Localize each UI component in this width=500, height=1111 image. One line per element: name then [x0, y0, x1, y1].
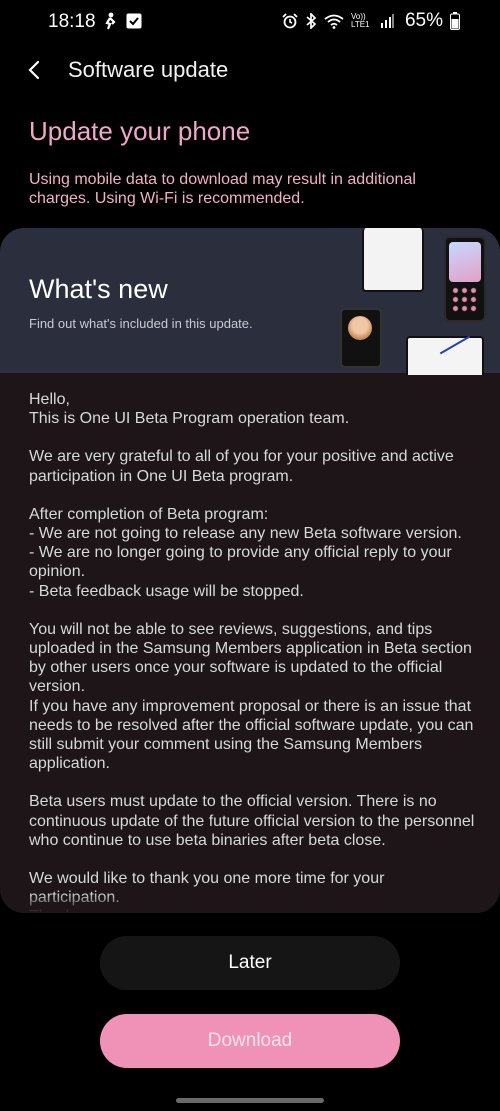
release-note-paragraph: Beta users must update to the official v… — [29, 793, 475, 849]
signal-icon — [380, 14, 394, 28]
later-button[interactable]: Later — [100, 936, 400, 990]
release-notes: Hello, This is One UI Beta Program opera… — [29, 390, 479, 913]
status-right-icons: Vo)) LTE1 65% — [282, 10, 460, 32]
bluetooth-icon — [305, 13, 317, 29]
steps-icon — [102, 12, 118, 30]
whats-new-subtitle: Find out what's included in this update. — [29, 316, 253, 331]
back-arrow-icon — [28, 60, 40, 80]
status-time: 18:18 — [48, 11, 96, 32]
mobile-data-warning: Using mobile data to download may result… — [29, 171, 416, 207]
whats-new-title: What's new — [29, 274, 168, 304]
wifi-icon — [324, 14, 344, 29]
download-button[interactable]: Download — [100, 1014, 400, 1068]
page-title: Software update — [68, 57, 229, 82]
battery-icon — [450, 12, 460, 30]
tablet-illustration — [362, 228, 424, 292]
release-note-paragraph: We are very grateful to all of you for y… — [29, 448, 454, 485]
release-note-paragraph: You will not be able to see reviews, sug… — [29, 620, 474, 773]
release-note-paragraph: Hello, This is One UI Beta Program opera… — [29, 391, 350, 428]
whats-new-card[interactable]: What's new Find out what's included in t… — [0, 228, 500, 913]
status-left-icons — [102, 12, 142, 30]
update-heading: Update your phone — [29, 116, 251, 146]
back-button[interactable] — [20, 54, 52, 86]
tablet-pen-illustration — [406, 335, 484, 375]
whats-new-banner: What's new Find out what's included in t… — [0, 228, 500, 375]
home-indicator[interactable] — [176, 1098, 324, 1103]
volte-icon: Vo)) LTE1 — [350, 12, 370, 29]
checkbox-notification-icon — [126, 13, 142, 29]
phone-illustration — [444, 236, 486, 322]
alarm-icon — [282, 13, 298, 29]
app-header: Software update — [0, 48, 500, 92]
status-bar: 18:18 Vo)) LTE1 65% — [0, 0, 500, 44]
release-note-paragraph: After completion of Beta program: - We a… — [29, 505, 462, 600]
foldable-illustration — [340, 308, 382, 368]
card-bottom-fade — [0, 893, 500, 913]
battery-percent: 65% — [404, 10, 443, 31]
